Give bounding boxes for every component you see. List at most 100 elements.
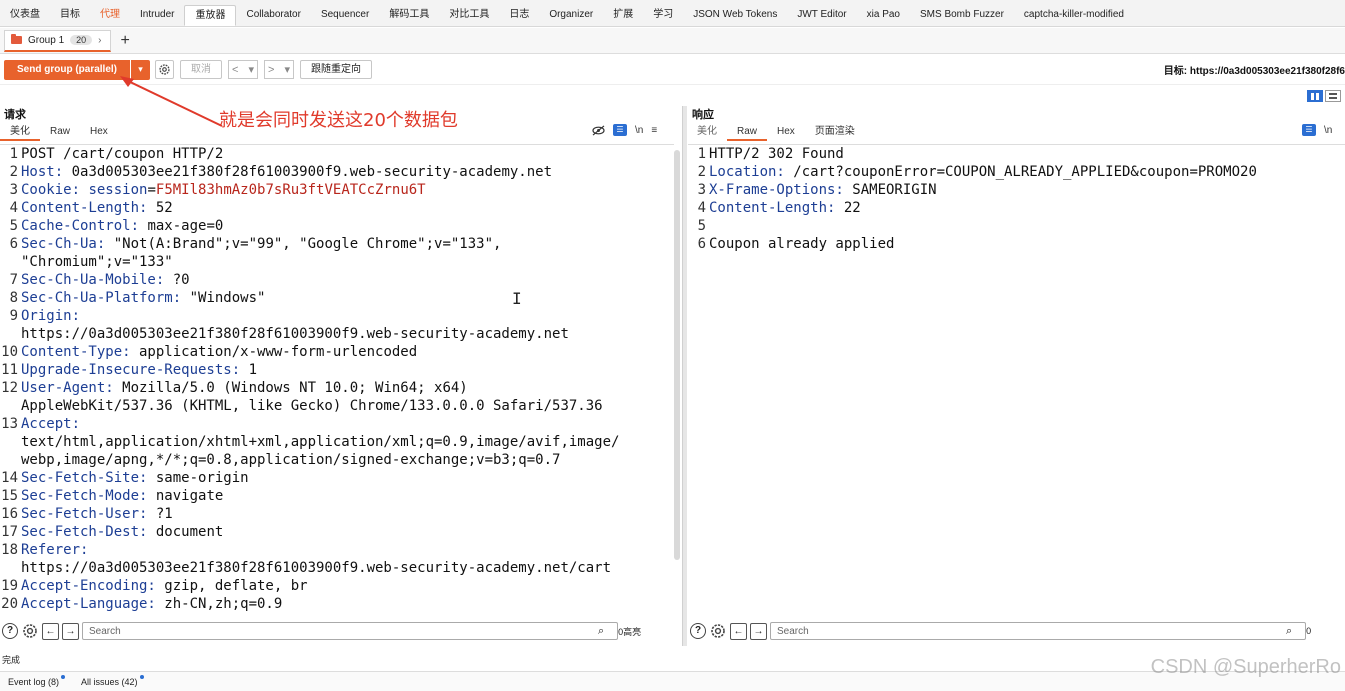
code-line[interactable]: 13 Accept: <box>0 415 674 433</box>
code-line[interactable]: AppleWebKit/537.36 (KHTML, like Gecko) C… <box>0 397 674 415</box>
line-content[interactable]: Sec-Ch-Ua-Platform: "Windows" <box>21 289 674 307</box>
code-line[interactable]: 6 Coupon already applied <box>688 235 1345 253</box>
follow-redirect-button[interactable]: 跟随重定向 <box>300 60 373 79</box>
top-tab[interactable]: Sequencer <box>311 5 379 26</box>
arrow-left-icon[interactable]: ← <box>42 622 59 640</box>
line-content[interactable]: Content-Length: 52 <box>21 199 674 217</box>
top-tab[interactable]: 目标 <box>50 5 90 26</box>
code-line[interactable]: 4 Content-Length: 52 <box>0 199 674 217</box>
help-icon[interactable]: ? <box>2 623 18 639</box>
code-line[interactable]: 7 Sec-Ch-Ua-Mobile: ?0 <box>0 271 674 289</box>
line-content[interactable]: text/html,application/xhtml+xml,applicat… <box>21 433 674 451</box>
line-content[interactable]: POST /cart/coupon HTTP/2 <box>21 145 674 163</box>
tab-response-pretty[interactable]: 美化 <box>687 125 727 141</box>
gear-icon[interactable] <box>710 623 726 639</box>
line-content[interactable]: webp,image/apng,*/*;q=0.8,application/si… <box>21 451 674 469</box>
line-content[interactable]: Sec-Fetch-User: ?1 <box>21 505 674 523</box>
response-code[interactable]: 1 HTTP/2 302 Found 2 Location: /cart?coupon… <box>688 145 1345 253</box>
chevron-right-icon[interactable]: › <box>98 35 101 46</box>
eye-off-icon[interactable] <box>592 124 605 136</box>
code-line[interactable]: 20 Accept-Language: zh-CN,zh;q=0.9 <box>0 595 674 612</box>
code-line[interactable]: 18 Referer: <box>0 541 674 559</box>
top-tab[interactable]: Organizer <box>539 5 603 26</box>
top-tab[interactable]: 解码工具 <box>379 5 439 26</box>
top-tab[interactable]: captcha-killer-modified <box>1014 5 1134 26</box>
top-tab[interactable]: 日志 <box>499 5 539 26</box>
code-line[interactable]: 1 POST /cart/coupon HTTP/2 <box>0 145 674 163</box>
line-content[interactable]: Location: /cart?couponError=COUPON_ALREA… <box>709 163 1345 181</box>
top-tab[interactable]: xia Pao <box>857 5 910 26</box>
response-editor[interactable]: 1 HTTP/2 302 Found 2 Location: /cart?coupon… <box>688 144 1345 612</box>
request-editor[interactable]: 1 POST /cart/coupon HTTP/2 2 Host: 0a3d0053… <box>0 144 674 612</box>
line-content[interactable]: HTTP/2 302 Found <box>709 145 1345 163</box>
help-icon[interactable]: ? <box>690 623 706 639</box>
line-content[interactable]: Content-Length: 22 <box>709 199 1345 217</box>
line-content[interactable]: Sec-Fetch-Dest: document <box>21 523 674 541</box>
newline-toggle-icon[interactable]: \n <box>635 125 643 136</box>
panel-divider[interactable] <box>682 106 687 646</box>
line-content[interactable]: Cache-Control: max-age=0 <box>21 217 674 235</box>
code-line[interactable]: https://0a3d005303ee21f380f28f61003900f9… <box>0 325 674 343</box>
add-tab-button[interactable]: + <box>121 32 130 50</box>
split-view-icon[interactable] <box>1307 90 1323 102</box>
tab-response-render[interactable]: 页面渲染 <box>805 125 865 141</box>
target-url-label[interactable]: 目标: https://0a3d005303ee21f380f28f6 <box>1164 62 1345 77</box>
code-line[interactable]: "Chromium";v="133" <box>0 253 674 271</box>
code-line[interactable]: 2 Location: /cart?couponError=COUPON_ALRE… <box>688 163 1345 181</box>
top-tab[interactable]: JWT Editor <box>787 5 856 26</box>
code-line[interactable]: 2 Host: 0a3d005303ee21f380f28f61003900f9.… <box>0 163 674 181</box>
line-content[interactable]: Host: 0a3d005303ee21f380f28f61003900f9.w… <box>21 163 674 181</box>
top-tab[interactable]: 代理 <box>90 5 130 26</box>
tab-group-1[interactable]: Group 1 20 › <box>4 29 111 52</box>
event-log-link[interactable]: Event log (8) <box>8 674 66 687</box>
code-line[interactable]: 4 Content-Length: 22 <box>688 199 1345 217</box>
top-tab[interactable]: SMS Bomb Fuzzer <box>910 5 1014 26</box>
top-tab[interactable]: Intruder <box>130 5 184 26</box>
line-content[interactable]: Referer: <box>21 541 674 559</box>
line-content[interactable]: Accept-Encoding: gzip, deflate, br <box>21 577 674 595</box>
code-line[interactable]: text/html,application/xhtml+xml,applicat… <box>0 433 674 451</box>
line-content[interactable]: Coupon already applied <box>709 235 1345 253</box>
newline-toggle-icon[interactable]: \n <box>1324 125 1332 136</box>
all-issues-link[interactable]: All issues (42) <box>81 674 144 687</box>
code-line[interactable]: 14 Sec-Fetch-Site: same-origin <box>0 469 674 487</box>
line-content[interactable]: https://0a3d005303ee21f380f28f61003900f9… <box>21 325 674 343</box>
line-content[interactable]: Accept: <box>21 415 674 433</box>
response-search-input[interactable] <box>770 622 1306 640</box>
line-content[interactable]: https://0a3d005303ee21f380f28f61003900f9… <box>21 559 674 577</box>
code-line[interactable]: 6 Sec-Ch-Ua: "Not(A:Brand";v="99", "Googl… <box>0 235 674 253</box>
line-content[interactable]: Sec-Ch-Ua-Mobile: ?0 <box>21 271 674 289</box>
line-content[interactable]: Sec-Fetch-Site: same-origin <box>21 469 674 487</box>
code-line[interactable]: 5 Cache-Control: max-age=0 <box>0 217 674 235</box>
line-content[interactable]: "Chromium";v="133" <box>21 253 674 271</box>
request-scrollbar[interactable] <box>674 150 680 560</box>
top-tab[interactable]: 仪表盘 <box>0 5 50 26</box>
code-line[interactable]: 12 User-Agent: Mozilla/5.0 (Windows NT 10… <box>0 379 674 397</box>
code-line[interactable]: 3 Cookie: session=F5MIl83hmAz0b7sRu3ftVEA… <box>0 181 674 199</box>
top-tab[interactable]: Collaborator <box>236 5 310 26</box>
line-content[interactable]: Sec-Fetch-Mode: navigate <box>21 487 674 505</box>
line-content[interactable]: Origin: <box>21 307 674 325</box>
code-line[interactable]: https://0a3d005303ee21f380f28f61003900f9… <box>0 559 674 577</box>
message-actions-icon[interactable]: ☰ <box>613 124 627 136</box>
code-line[interactable]: 11 Upgrade-Insecure-Requests: 1 <box>0 361 674 379</box>
code-line[interactable]: 8 Sec-Ch-Ua-Platform: "Windows" <box>0 289 674 307</box>
code-line[interactable]: 17 Sec-Fetch-Dest: document <box>0 523 674 541</box>
line-content[interactable] <box>709 217 1345 235</box>
code-line[interactable]: webp,image/apng,*/*;q=0.8,application/si… <box>0 451 674 469</box>
history-back-button[interactable]: < ▾ <box>228 60 259 79</box>
arrow-right-icon[interactable]: → <box>750 622 767 640</box>
line-content[interactable]: Sec-Ch-Ua: "Not(A:Brand";v="99", "Google… <box>21 235 674 253</box>
line-content[interactable]: User-Agent: Mozilla/5.0 (Windows NT 10.0… <box>21 379 674 397</box>
line-content[interactable]: Accept-Language: zh-CN,zh;q=0.9 <box>21 595 674 612</box>
request-code[interactable]: 1 POST /cart/coupon HTTP/2 2 Host: 0a3d0053… <box>0 145 674 612</box>
gear-icon[interactable] <box>22 623 38 639</box>
top-tab[interactable]: 对比工具 <box>439 5 499 26</box>
code-line[interactable]: 5 <box>688 217 1345 235</box>
tab-response-raw[interactable]: Raw <box>727 125 768 141</box>
top-tab[interactable]: 扩展 <box>603 5 643 26</box>
stacked-view-icon[interactable] <box>1325 90 1341 102</box>
request-search-input[interactable] <box>82 622 618 640</box>
tab-request-pretty[interactable]: 美化 <box>0 125 40 141</box>
top-tab[interactable]: JSON Web Tokens <box>683 5 787 26</box>
